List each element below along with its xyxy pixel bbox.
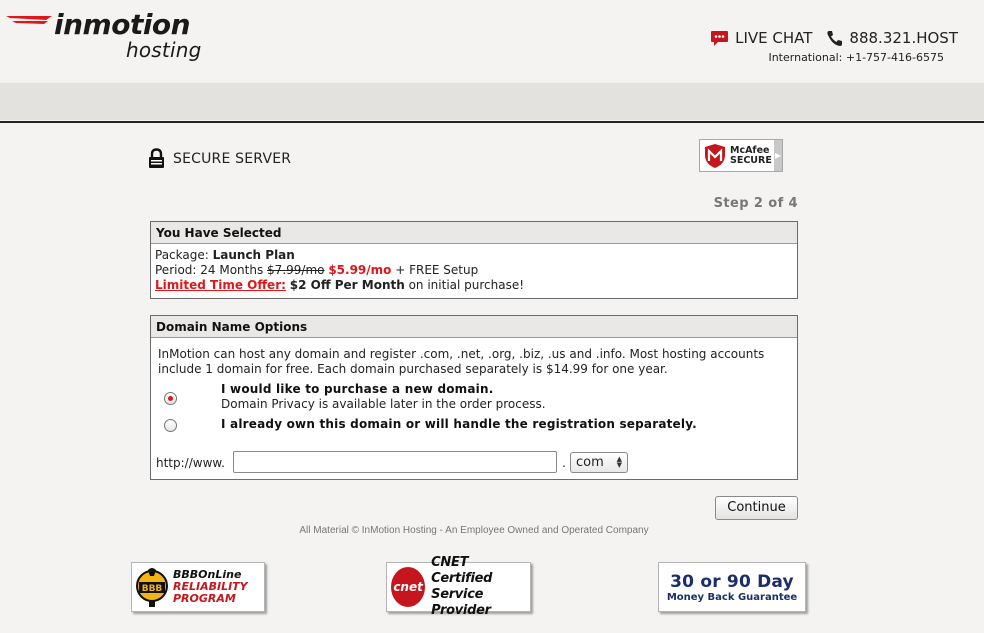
domain-options: Domain Name Options InMotion can host an… (150, 315, 798, 480)
period-label: Period: 24 Months (155, 263, 268, 277)
mcafee-text: McAfee SECURE (730, 144, 772, 166)
package-value: Launch Plan (212, 248, 295, 262)
phone-link[interactable]: 888.321.HOST (826, 29, 958, 47)
secure-server-label: SECURE SERVER (173, 150, 292, 167)
inmotion-logo[interactable]: inmotion hosting (6, 8, 216, 66)
nav-band (0, 83, 984, 120)
offer-rest: on initial purchase! (404, 278, 525, 292)
new-domain-sub: Domain Privacy is available later in the… (221, 397, 546, 411)
cnet-line1: CNET Certified (431, 555, 493, 586)
lock-icon (149, 148, 164, 168)
live-chat-link[interactable]: LIVE CHAT (710, 29, 812, 47)
swoosh-icon (6, 16, 52, 24)
bbb-text: BBBOnLine RELIABILITY PROGRAM (173, 569, 248, 605)
selection-summary: You Have Selected Package: Launch Plan P… (150, 221, 798, 299)
site-header: inmotion hosting LIVE CHAT 888.321.HOST … (0, 0, 984, 83)
logo-sub: hosting (126, 38, 202, 62)
chat-bubble-icon (711, 30, 729, 46)
offer-line: Limited Time Offer: $2 Off Per Month on … (155, 278, 797, 293)
selection-body: Package: Launch Plan Period: 24 Months $… (151, 244, 797, 293)
new-domain-title: I would like to purchase a new domain. (221, 382, 494, 396)
money-line2: Money Back Guarantee (666, 591, 798, 603)
secure-server: SECURE SERVER (148, 148, 291, 169)
mcafee-secure-badge[interactable]: McAfee SECURE ▶ (699, 139, 783, 172)
mcafee-shield-icon (705, 143, 725, 168)
package-label: Package: (155, 248, 213, 262)
logo-brand: inmotion (54, 8, 191, 41)
period-line: Period: 24 Months $7.99/mo $5.99/mo + FR… (155, 263, 797, 278)
live-chat-label: LIVE CHAT (735, 29, 813, 47)
footer-copyright: All Material © InMotion Hosting - An Emp… (299, 525, 649, 536)
offer-label: Limited Time Offer: (155, 278, 286, 292)
bbb-line3: PROGRAM (173, 592, 236, 605)
divider (0, 121, 984, 123)
selection-heading: You Have Selected (151, 222, 797, 244)
cnet-logo: cnet (391, 567, 426, 607)
domain-description: InMotion can host any domain and registe… (158, 347, 765, 376)
bbb-online-badge[interactable]: BBB BBBOnLine RELIABILITY PROGRAM (131, 562, 265, 612)
radio-new-domain[interactable] (164, 392, 177, 405)
international-phone: International: +1-757-416-6575 (768, 51, 944, 64)
cnet-text: CNET Certified Service Provider (431, 555, 530, 619)
tld-dot: . (562, 456, 566, 470)
bbb-torch-icon: BBB (136, 568, 168, 607)
package-line: Package: Launch Plan (155, 248, 797, 263)
setup-text: + FREE Setup (391, 263, 479, 277)
money-line1: 30 or 90 Day (670, 571, 794, 592)
radio-own-domain[interactable] (164, 419, 177, 432)
mcafee-line2: SECURE (730, 154, 772, 166)
phone-icon (827, 30, 843, 46)
stepper-arrows-icon: ▲ ▼ (616, 455, 622, 469)
contact-bar: LIVE CHAT 888.321.HOST (710, 26, 958, 50)
phone-number: 888.321.HOST (849, 29, 958, 47)
new-price: $5.99/mo (328, 263, 392, 277)
url-prefix: http://www. (156, 456, 225, 470)
bbb-icon-text: BBB (142, 584, 163, 594)
offer-value: $2 Off Per Month (289, 278, 405, 292)
step-indicator: Step 2 of 4 (713, 196, 798, 211)
cnet-certified-badge[interactable]: cnet CNET Certified Service Provider (386, 555, 531, 618)
cnet-line2: Service Provider (431, 587, 491, 618)
domain-heading: Domain Name Options (151, 316, 797, 338)
chevron-right-icon: ▶ (774, 140, 782, 171)
own-domain-title: I already own this domain or will handle… (221, 417, 697, 431)
tld-select[interactable]: com ▲ ▼ (570, 452, 628, 473)
old-price: $7.99/mo (267, 263, 325, 277)
money-back-badge[interactable]: 30 or 90 Day Money Back Guarantee (658, 562, 806, 612)
mcafee-line1: McAfee (730, 144, 770, 156)
domain-input[interactable] (233, 451, 557, 473)
continue-button[interactable]: Continue (715, 496, 798, 520)
tld-value: com (576, 455, 604, 470)
